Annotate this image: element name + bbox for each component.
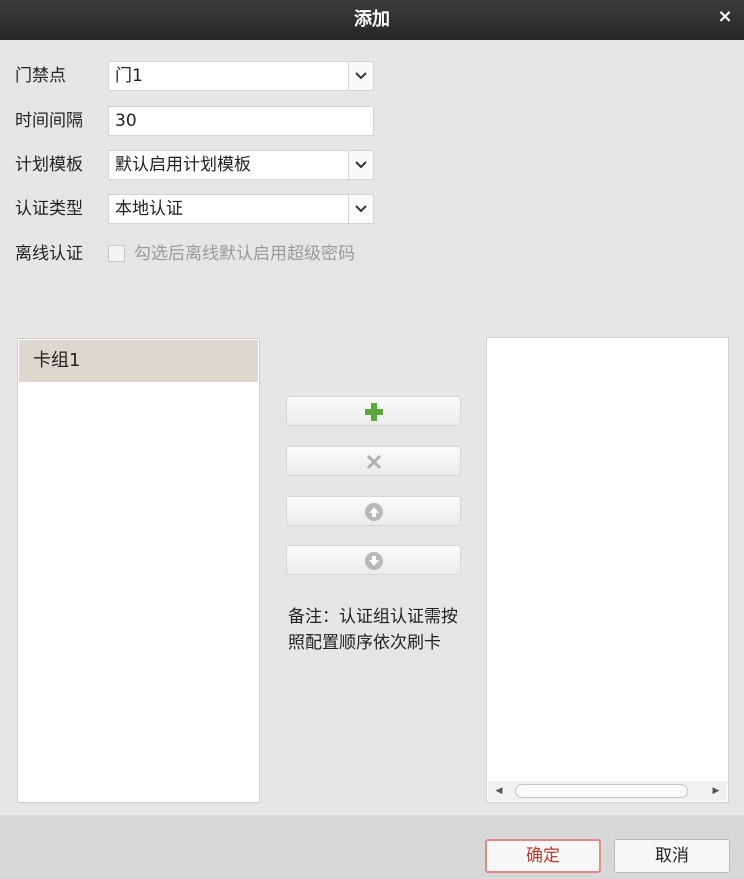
- offline-checkbox-label: 勾选后离线默认启用超级密码: [134, 244, 355, 264]
- auth-type-dropdown-button[interactable]: [348, 195, 373, 223]
- door-select[interactable]: 门1: [108, 61, 374, 91]
- door-select-value: 门1: [115, 66, 143, 86]
- title-bar: 添加 ×: [0, 0, 744, 40]
- schedule-select-value: 默认启用计划模板: [115, 155, 251, 175]
- note-text: 备注：认证组认证需按照配置顺序依次刷卡: [288, 607, 458, 653]
- horizontal-scrollbar[interactable]: ◀ ▶: [488, 781, 727, 801]
- remove-button[interactable]: [286, 446, 461, 476]
- chevron-down-icon: [355, 205, 367, 213]
- ok-button[interactable]: 确定: [485, 839, 601, 873]
- close-icon: [366, 454, 382, 470]
- door-dropdown-button[interactable]: [348, 62, 373, 90]
- scroll-right-icon[interactable]: ▶: [707, 781, 725, 801]
- cancel-button[interactable]: 取消: [614, 839, 730, 873]
- close-button[interactable]: ×: [716, 8, 734, 26]
- auth-type-select[interactable]: 本地认证: [108, 194, 374, 224]
- chevron-down-icon: [355, 72, 367, 80]
- offline-checkbox[interactable]: [108, 245, 125, 262]
- chevron-down-icon: [355, 161, 367, 169]
- offline-label: 离线认证: [15, 244, 83, 264]
- list-item[interactable]: 卡组1: [19, 340, 258, 382]
- scroll-left-icon[interactable]: ◀: [490, 781, 508, 801]
- door-label: 门禁点: [15, 66, 66, 86]
- auth-type-label: 认证类型: [15, 199, 83, 219]
- arrow-up-circle-icon: [365, 503, 383, 521]
- scrollbar-thumb[interactable]: [515, 784, 688, 798]
- interval-input[interactable]: [115, 107, 373, 135]
- selected-group-list[interactable]: ◀ ▶: [486, 337, 729, 803]
- card-group-list[interactable]: 卡组1: [17, 338, 260, 803]
- schedule-select[interactable]: 默认启用计划模板: [108, 150, 374, 180]
- add-button[interactable]: [286, 396, 461, 426]
- plus-icon: [365, 403, 383, 421]
- schedule-label: 计划模板: [15, 155, 83, 175]
- move-up-button[interactable]: [286, 496, 461, 526]
- auth-type-select-value: 本地认证: [115, 199, 183, 219]
- window-title: 添加: [354, 9, 390, 30]
- move-down-button[interactable]: [286, 545, 461, 575]
- interval-label: 时间间隔: [15, 111, 83, 131]
- arrow-down-circle-icon: [365, 552, 383, 570]
- schedule-dropdown-button[interactable]: [348, 151, 373, 179]
- interval-field[interactable]: [108, 106, 374, 136]
